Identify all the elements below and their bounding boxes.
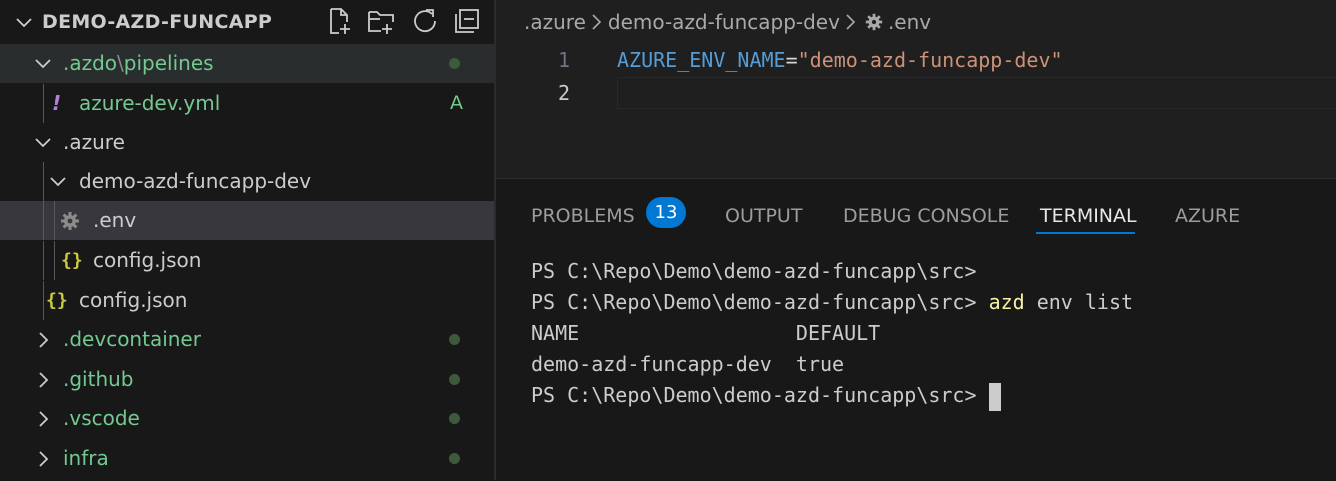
tree-folder-demo-azd-funcapp-dev[interactable]: demo-azd-funcapp-dev	[0, 162, 494, 201]
terminal-line: demo-azd-funcapp-dev true	[531, 352, 845, 376]
indent-guide	[43, 162, 44, 201]
tree-file-env-config-json[interactable]: {} config.json	[0, 241, 494, 280]
json-file-icon: {}	[46, 290, 68, 311]
new-folder-icon[interactable]	[366, 6, 396, 36]
chevron-right-icon	[840, 0, 862, 44]
terminal-line: PS C:\Repo\Demo\demo-azd-funcapp\src> az…	[531, 290, 1134, 314]
indent-guide	[54, 241, 55, 280]
file-label: config.json	[79, 288, 188, 312]
tree-folder-azdo-pipelines[interactable]: .azdo\pipelines	[0, 44, 494, 83]
chevron-down-icon[interactable]	[32, 53, 54, 75]
chevron-down-icon[interactable]	[13, 12, 35, 34]
folder-label: .vscode	[63, 406, 140, 430]
code-line[interactable]: 1 AZURE_ENV_NAME="demo-azd-funcapp-dev"	[496, 44, 1336, 76]
file-label: azure-dev.yml	[79, 91, 221, 115]
indent-guide	[43, 84, 44, 123]
tree-folder-devcontainer[interactable]: .devcontainer	[0, 320, 494, 359]
chevron-right-icon[interactable]	[32, 369, 54, 391]
indent-guide	[43, 241, 44, 280]
gear-icon	[61, 212, 79, 230]
git-change-dot-icon	[449, 374, 460, 385]
tab-debug-console[interactable]: DEBUG CONSOLE	[843, 201, 1009, 231]
tree-file-azure-dev-yml[interactable]: ! azure-dev.yml A	[0, 84, 494, 123]
file-label: .env	[93, 208, 137, 232]
breadcrumb-item[interactable]: .azure	[524, 0, 586, 44]
chevron-right-icon	[586, 0, 608, 44]
gear-icon	[862, 0, 888, 44]
folder-label: infra	[63, 446, 109, 470]
breadcrumb-item[interactable]: .env	[888, 0, 931, 44]
json-file-icon: {}	[61, 250, 83, 271]
explorer-header[interactable]: DEMO-AZD-FUNCAPP	[0, 0, 494, 44]
explorer-sidebar: DEMO-AZD-FUNCAPP .azdo\pipelines ! azure…	[0, 0, 494, 480]
tab-terminal[interactable]: TERMINAL	[1040, 201, 1137, 231]
tree-folder-github[interactable]: .github	[0, 360, 494, 399]
git-change-dot-icon	[449, 453, 460, 464]
git-status-badge: A	[450, 92, 463, 114]
git-change-dot-icon	[449, 334, 460, 345]
explorer-actions	[324, 6, 494, 38]
breadcrumb-item[interactable]: demo-azd-funcapp-dev	[608, 0, 840, 44]
tab-azure[interactable]: AZURE	[1175, 201, 1240, 231]
chevron-down-icon[interactable]	[32, 132, 54, 154]
tree-folder-infra[interactable]: infra	[0, 439, 494, 478]
tab-problems[interactable]: PROBLEMS	[531, 201, 635, 231]
new-file-icon[interactable]	[324, 6, 354, 36]
folder-label: .azure	[63, 130, 125, 154]
folder-label: .devcontainer	[63, 327, 201, 351]
bottom-panel: PROBLEMS 13 OUTPUT DEBUG CONSOLE TERMINA…	[496, 178, 1336, 481]
editor[interactable]: .azure demo-azd-funcapp-dev .env 1 AZURE_…	[496, 0, 1336, 178]
git-change-dot-icon	[449, 58, 460, 69]
line-number: 1	[557, 48, 570, 72]
active-tab-indicator	[1036, 232, 1135, 234]
terminal-line[interactable]: PS C:\Repo\Demo\demo-azd-funcapp\src>	[531, 380, 1001, 411]
collapse-all-icon[interactable]	[452, 6, 482, 36]
line-number: 2	[557, 81, 570, 105]
chevron-right-icon[interactable]	[32, 329, 54, 351]
folder-label: demo-azd-funcapp-dev	[79, 169, 312, 193]
tree-file-env[interactable]: .env	[0, 201, 494, 240]
folder-label: .azdo\pipelines	[63, 51, 214, 75]
code-line[interactable]: 2	[496, 77, 1336, 109]
tree-folder-vscode[interactable]: .vscode	[0, 399, 494, 438]
terminal-cursor	[988, 382, 1001, 411]
indent-guide	[43, 201, 44, 240]
breadcrumb: .azure demo-azd-funcapp-dev .env	[524, 0, 931, 44]
explorer-title: DEMO-AZD-FUNCAPP	[42, 11, 273, 33]
folder-label: .github	[63, 367, 134, 391]
chevron-down-icon[interactable]	[47, 171, 69, 193]
indent-guide	[54, 201, 55, 240]
tree-file-azure-config-json[interactable]: {} config.json	[0, 281, 494, 320]
chevron-right-icon[interactable]	[32, 448, 54, 470]
indent-guide	[43, 281, 44, 320]
file-label: config.json	[93, 248, 202, 272]
refresh-icon[interactable]	[410, 6, 440, 36]
git-change-dot-icon	[449, 413, 460, 424]
terminal-line: PS C:\Repo\Demo\demo-azd-funcapp\src>	[531, 259, 977, 283]
yaml-file-icon: !	[52, 91, 62, 115]
tree-folder-azure[interactable]: .azure	[0, 123, 494, 162]
code-text[interactable]: AZURE_ENV_NAME="demo-azd-funcapp-dev"	[617, 44, 1063, 76]
chevron-right-icon[interactable]	[32, 408, 54, 430]
problems-count-badge: 13	[646, 197, 686, 228]
terminal-line: NAME DEFAULT	[531, 321, 881, 345]
tab-output[interactable]: OUTPUT	[725, 201, 802, 231]
